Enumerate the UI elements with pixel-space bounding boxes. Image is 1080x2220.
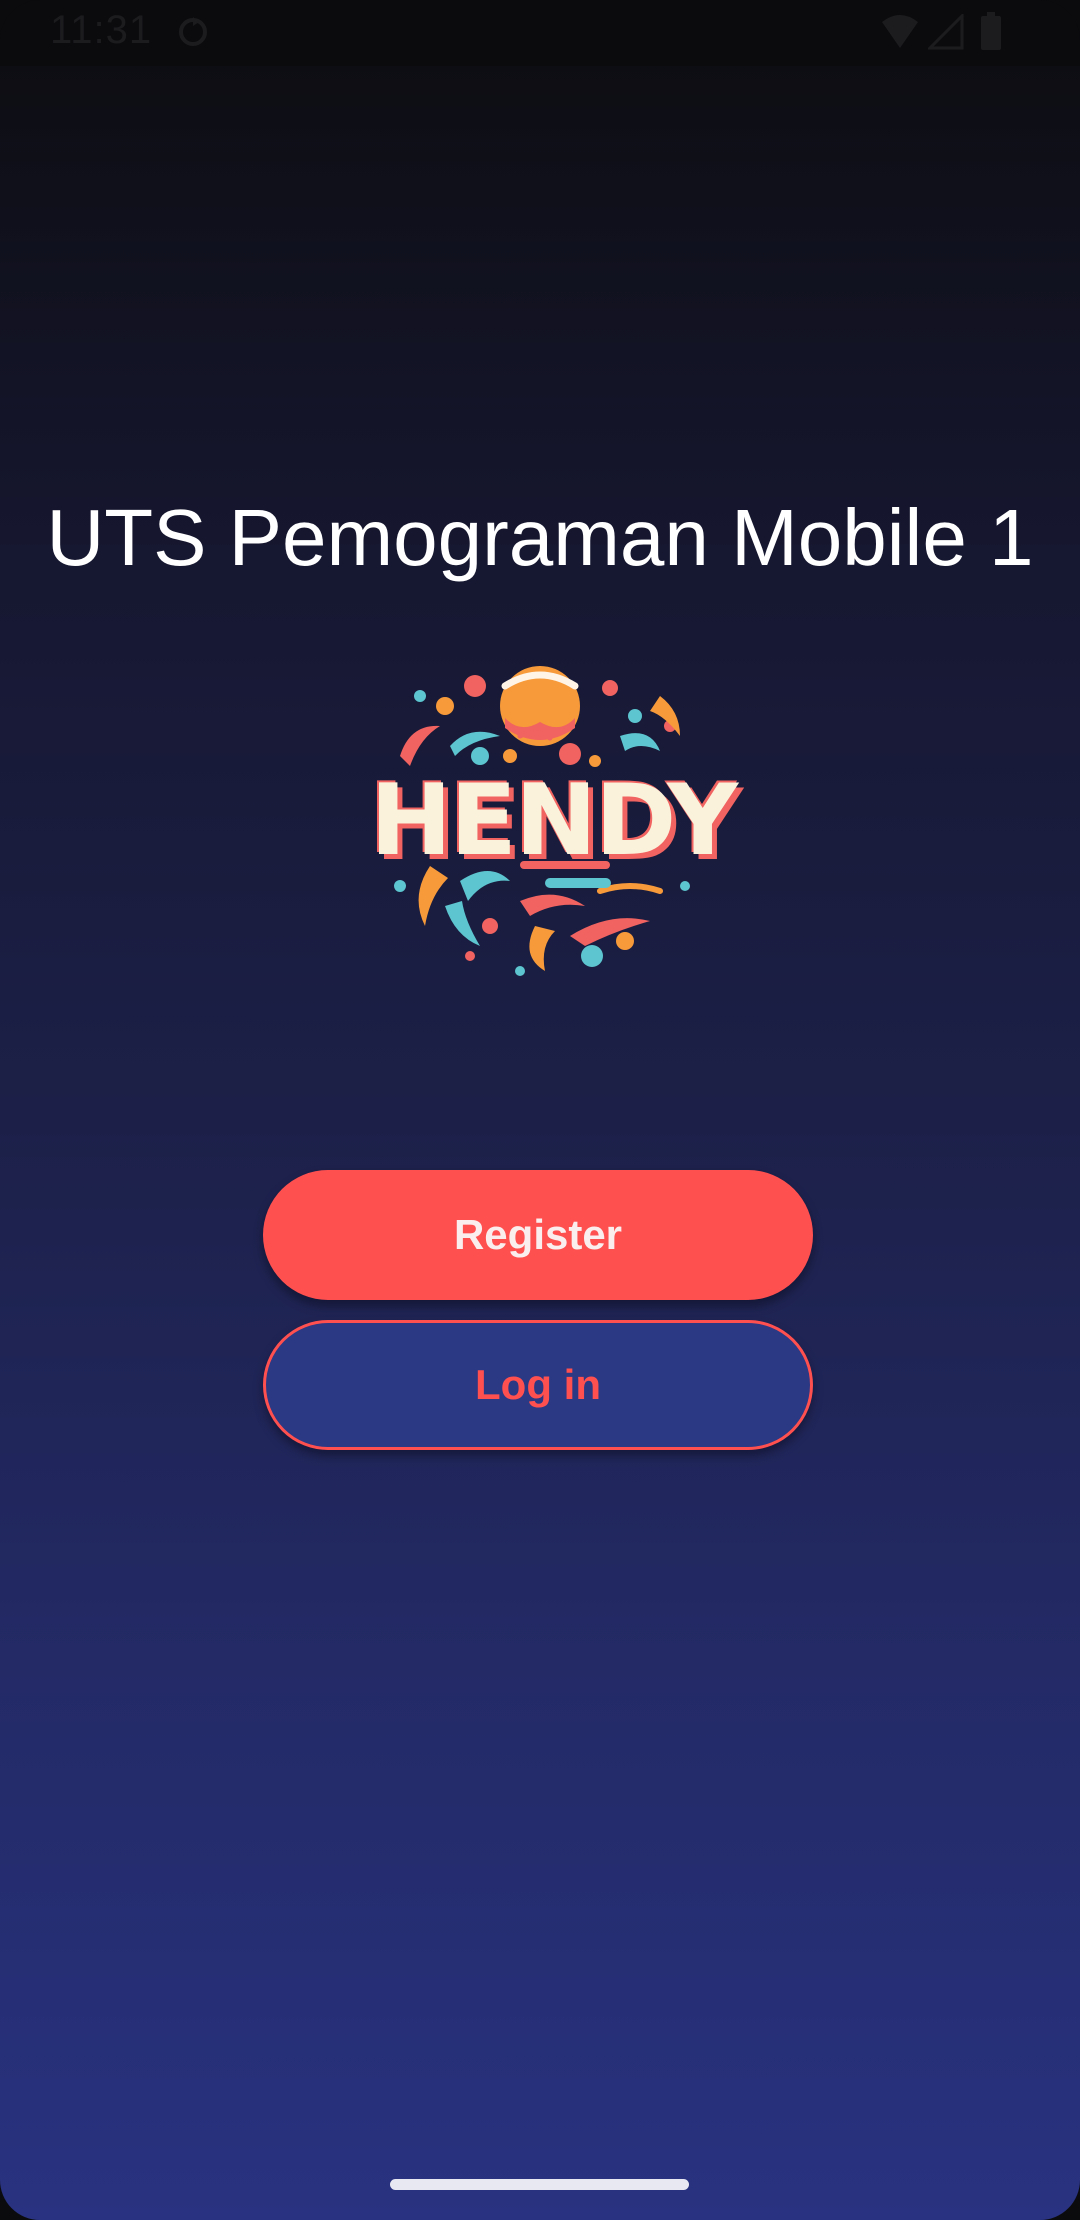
login-button[interactable]: Log in	[263, 1320, 813, 1450]
gesture-navigation-bar[interactable]	[390, 2179, 689, 2190]
logo-text: HENDY	[370, 764, 738, 878]
register-button[interactable]: Register	[263, 1170, 813, 1300]
app-screen: 11:31 UTS Pemograman Mobile 1 HENDY Regi…	[0, 0, 1080, 2220]
battery-icon	[981, 12, 1001, 50]
page-title: UTS Pemograman Mobile 1	[46, 493, 1034, 582]
status-bar: 11:31	[0, 0, 1080, 66]
status-time: 11:31	[50, 8, 153, 52]
app-logo: HENDY	[370, 656, 738, 986]
sync-icon	[179, 17, 207, 46]
register-button-label: Register	[453, 1211, 623, 1258]
login-button-label: Log in	[475, 1361, 601, 1408]
wifi-icon	[882, 15, 918, 48]
signal-icon	[928, 14, 964, 50]
